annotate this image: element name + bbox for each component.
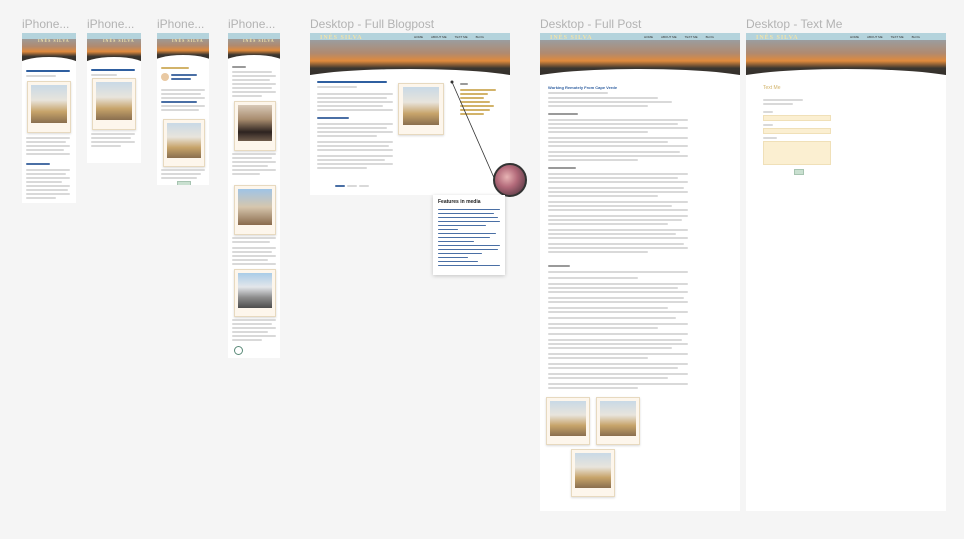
nav-textme[interactable]: TEXT ME: [891, 35, 904, 39]
nav-home[interactable]: HOME: [414, 35, 423, 39]
avatar[interactable]: [493, 163, 527, 197]
nav-about[interactable]: ABOUT ME: [431, 35, 447, 39]
submit-button[interactable]: [177, 181, 191, 185]
page-title: Text Me: [763, 85, 781, 91]
frame-label-iphone-3: iPhone...: [157, 17, 205, 31]
frame-label-desktop-post: Desktop - Full Post: [540, 17, 642, 31]
frame-label-desktop-textme: Desktop - Text Me: [746, 17, 843, 31]
post-photo: [571, 449, 615, 497]
top-nav: HOME ABOUT ME TEXT ME BLOG: [414, 35, 484, 39]
nav-home[interactable]: HOME: [644, 35, 653, 39]
nav-textme[interactable]: TEXT ME: [685, 35, 698, 39]
iphone-frame-2[interactable]: INÊS SILVA: [87, 33, 141, 163]
nav-about[interactable]: ABOUT ME: [661, 35, 677, 39]
top-nav: HOME ABOUT ME TEXT ME BLOG: [850, 35, 920, 39]
post-photo: [92, 78, 136, 130]
iphone-frame-3[interactable]: INÊS SILVA: [157, 33, 209, 185]
iphone-frame-4[interactable]: INÊS SILVA: [228, 33, 280, 358]
post-title: [317, 81, 387, 83]
brand-logo: INÊS SILVA: [172, 38, 204, 43]
nav-about[interactable]: ABOUT ME: [867, 35, 883, 39]
post-photo: [398, 83, 444, 135]
brand-logo: INÊS SILVA: [320, 35, 363, 41]
post-title: Working Remotely From Cape Verde: [548, 85, 618, 90]
post-photo: [546, 397, 590, 445]
frame-label-iphone-4: iPhone...: [228, 17, 276, 31]
nav-blog[interactable]: BLOG: [476, 35, 484, 39]
name-field[interactable]: [763, 115, 831, 121]
iphone-frame-1[interactable]: INÊS SILVA: [22, 33, 76, 203]
features-popup[interactable]: Features in media: [433, 195, 505, 275]
brand-logo: INÊS SILVA: [103, 38, 135, 43]
brand-logo: INÊS SILVA: [38, 38, 70, 43]
nav-home[interactable]: HOME: [850, 35, 859, 39]
post-photo: [27, 81, 71, 133]
send-button[interactable]: [794, 169, 804, 175]
post-title: [26, 70, 70, 72]
nav-blog[interactable]: BLOG: [706, 35, 714, 39]
popup-title: Features in media: [438, 199, 481, 205]
brand-logo: INÊS SILVA: [756, 35, 799, 41]
email-field[interactable]: [763, 128, 831, 134]
badge-icon: [234, 346, 243, 355]
brand-logo: INÊS SILVA: [243, 38, 275, 43]
post-photo: [163, 119, 205, 167]
desktop-textme-frame[interactable]: INÊS SILVA HOME ABOUT ME TEXT ME BLOG Te…: [746, 33, 946, 511]
frame-label-iphone-1: iPhone...: [22, 17, 70, 31]
nav-blog[interactable]: BLOG: [912, 35, 920, 39]
nav-textme[interactable]: TEXT ME: [455, 35, 468, 39]
brand-logo: INÊS SILVA: [550, 35, 593, 41]
frame-label-iphone-2: iPhone...: [87, 17, 135, 31]
message-field[interactable]: [763, 141, 831, 165]
frame-label-desktop-blogpost: Desktop - Full Blogpost: [310, 17, 435, 31]
desktop-post-frame[interactable]: INÊS SILVA HOME ABOUT ME TEXT ME BLOG Wo…: [540, 33, 740, 511]
post-photo: [596, 397, 640, 445]
top-nav: HOME ABOUT ME TEXT ME BLOG: [644, 35, 714, 39]
